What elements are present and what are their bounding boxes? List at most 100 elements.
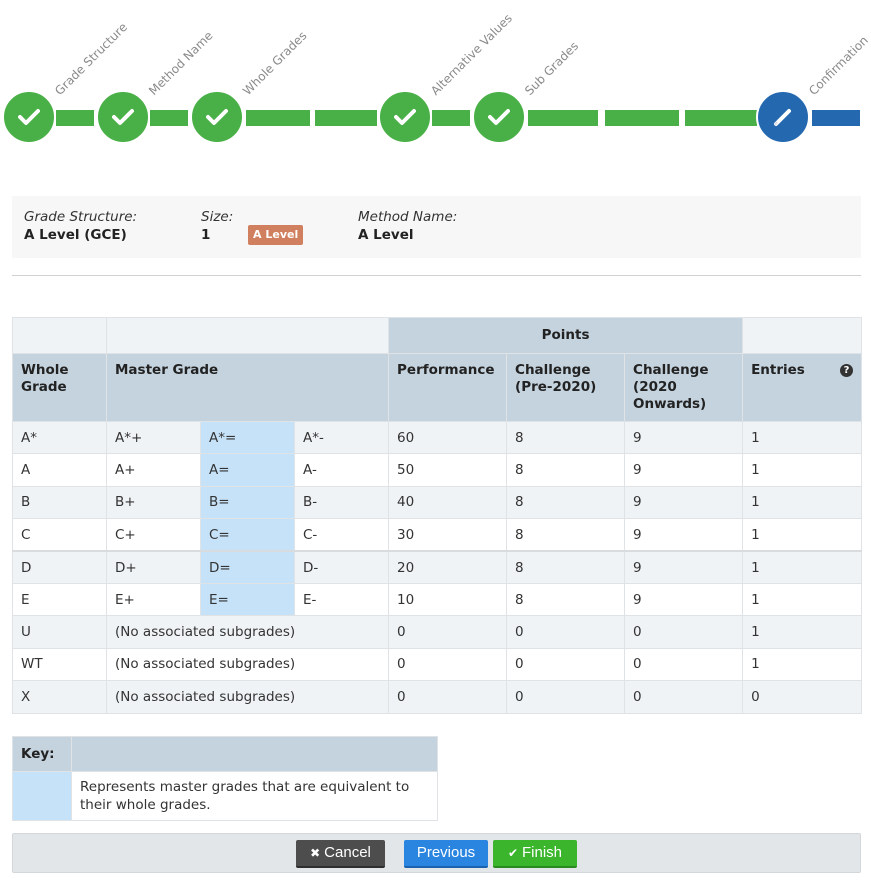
challenge-post-cell: 0 xyxy=(624,647,744,682)
key-title: Key: xyxy=(12,736,72,772)
whole-grade-cell: E xyxy=(12,582,107,617)
challenge-post-cell: 9 xyxy=(624,485,744,520)
size-summary: Size: 1 xyxy=(201,208,233,244)
entries-cell: 0 xyxy=(742,680,863,714)
key-header-spacer xyxy=(71,736,438,772)
whole-grade-cell: A* xyxy=(12,420,107,455)
step-confirmation[interactable] xyxy=(756,90,810,144)
previous-button[interactable]: Previous xyxy=(404,840,488,868)
method-name-value: A Level xyxy=(358,227,414,243)
grades-table: Points Whole Grade Master Grade Performa… xyxy=(12,317,863,714)
stepper-connector xyxy=(150,110,188,126)
method-name-label: Method Name: xyxy=(358,209,458,225)
table-row: A A+ A= A- 50 8 9 1 xyxy=(12,453,863,487)
table-row: C C+ C= C- 30 8 9 1 xyxy=(12,518,863,552)
step-sub-grades[interactable] xyxy=(472,90,526,144)
check-icon xyxy=(488,109,510,125)
header-spacer xyxy=(105,317,390,354)
master-grade-equivalent-cell: B= xyxy=(200,485,295,520)
master-grade-plus-cell: C+ xyxy=(106,518,201,552)
help-icon[interactable]: ? xyxy=(840,364,854,377)
stepper-connector xyxy=(315,110,377,126)
header-spacer xyxy=(742,317,863,354)
points-group-header: Points xyxy=(388,317,744,354)
whole-grade-cell: B xyxy=(12,485,107,520)
performance-cell: 10 xyxy=(388,582,508,617)
step-grade-structure[interactable] xyxy=(2,90,56,144)
stepper-connector-current xyxy=(812,110,860,126)
cancel-button[interactable]: ✖ Cancel xyxy=(296,840,385,868)
table-row: D D+ D= D- 20 8 9 1 xyxy=(12,550,863,584)
step-label: Method Name xyxy=(146,28,216,98)
step-method-name[interactable] xyxy=(96,90,150,144)
master-grade-equivalent-cell: A*= xyxy=(200,420,295,455)
master-grade-equivalent-cell: C= xyxy=(200,518,295,552)
entries-cell: 1 xyxy=(742,420,863,455)
key-description: Represents master grades that are equiva… xyxy=(71,771,438,821)
master-grade-plus-cell: D+ xyxy=(106,550,201,584)
finish-label: Finish xyxy=(522,844,563,861)
whole-grade-header: Whole Grade xyxy=(12,353,107,422)
whole-grade-cell: U xyxy=(12,615,107,649)
performance-cell: 60 xyxy=(388,420,508,455)
performance-cell: 40 xyxy=(388,485,508,520)
challenge-pre-cell: 8 xyxy=(506,485,626,520)
master-grade-minus-cell: B- xyxy=(293,485,390,520)
master-grade-minus-cell: A*- xyxy=(293,420,390,455)
master-grade-equivalent-cell: A= xyxy=(200,453,295,487)
step-whole-grades[interactable] xyxy=(190,90,244,144)
step-label: Confirmation xyxy=(806,33,871,98)
check-icon xyxy=(18,109,40,125)
size-badge: A Level xyxy=(248,225,304,245)
header-spacer xyxy=(12,317,107,354)
stepper-connector xyxy=(432,110,470,126)
master-grade-plus-cell: B+ xyxy=(106,485,201,520)
whole-grade-cell: C xyxy=(12,518,107,552)
performance-cell: 0 xyxy=(388,647,508,682)
challenge-pre-cell: 0 xyxy=(506,647,626,682)
master-grade-plus-cell: A+ xyxy=(106,453,201,487)
entries-cell: 1 xyxy=(742,485,863,520)
summary-panel: Grade Structure: A Level (GCE) Size: 1 A… xyxy=(12,196,861,258)
table-row: E E+ E= E- 10 8 9 1 xyxy=(12,582,863,617)
performance-cell: 0 xyxy=(388,680,508,714)
check-icon xyxy=(394,109,416,125)
size-value: 1 xyxy=(201,227,211,243)
entries-cell: 1 xyxy=(742,582,863,617)
key-table: Key: Represents master grades that are e… xyxy=(12,736,438,821)
challenge-pre-cell: 8 xyxy=(506,582,626,617)
step-alternative-values[interactable] xyxy=(378,90,432,144)
step-label: Sub Grades xyxy=(522,38,582,98)
master-grade-minus-cell: C- xyxy=(293,518,390,552)
challenge-post-cell: 9 xyxy=(624,582,744,617)
whole-grade-cell: WT xyxy=(12,647,107,682)
size-label: Size: xyxy=(201,209,234,225)
challenge-2020-onwards-header: Challenge (2020 Onwards) xyxy=(624,353,744,422)
entries-header-label: Entries xyxy=(751,362,805,378)
step-label: Alternative Values xyxy=(428,11,515,98)
close-icon: ✖ xyxy=(310,846,321,860)
master-grade-plus-cell: A*+ xyxy=(106,420,201,455)
entries-cell: 1 xyxy=(742,453,863,487)
whole-grade-cell: X xyxy=(12,680,107,714)
challenge-pre-cell: 8 xyxy=(506,453,626,487)
finish-button[interactable]: ✔ Finish xyxy=(493,840,577,868)
entries-header: ? Entries xyxy=(742,353,863,422)
challenge-pre-cell: 8 xyxy=(506,518,626,552)
master-grade-minus-cell: D- xyxy=(293,550,390,584)
step-label: Whole Grades xyxy=(240,28,310,98)
stepper-connector xyxy=(246,110,310,126)
check-icon xyxy=(112,109,134,125)
grade-structure-value: A Level (GCE) xyxy=(24,227,127,243)
master-grade-minus-cell: E- xyxy=(293,582,390,617)
step-label: Grade Structure xyxy=(52,20,131,98)
performance-header: Performance xyxy=(388,353,508,422)
master-grade-minus-cell: A- xyxy=(293,453,390,487)
performance-cell: 20 xyxy=(388,550,508,584)
entries-cell: 1 xyxy=(742,615,863,649)
performance-cell: 50 xyxy=(388,453,508,487)
cancel-label: Cancel xyxy=(324,844,371,861)
master-grade-header: Master Grade xyxy=(105,353,390,422)
challenge-post-cell: 0 xyxy=(624,615,744,649)
grade-structure-summary: Grade Structure: A Level (GCE) xyxy=(24,208,137,244)
